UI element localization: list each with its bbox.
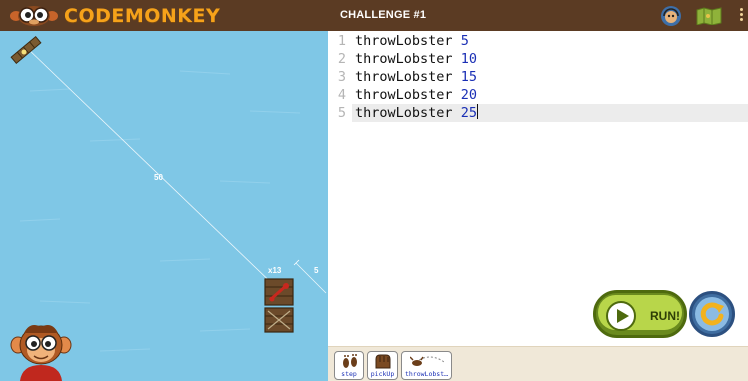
empty-crate-icon[interactable] <box>264 307 294 333</box>
top-bar: CODEMONKEY CHALLENGE #1 <box>0 0 748 31</box>
help-headset-icon[interactable] <box>660 5 682 27</box>
hand-grab-icon <box>375 354 391 369</box>
code-line-active[interactable]: 5 throwLobster 25 <box>328 104 748 122</box>
menu-dots-icon[interactable] <box>738 8 744 24</box>
code-text[interactable]: throwLobster 25 <box>355 104 478 122</box>
command-toolbar: step pickUp throwLobst… <box>328 346 748 381</box>
monkey-character-icon <box>10 325 72 381</box>
bridge-target-icon <box>10 35 42 65</box>
code-command: throwLobster <box>355 105 453 121</box>
lobster-crate-icon[interactable] <box>264 278 294 306</box>
crate-multiplier-label: x13 <box>268 266 282 275</box>
code-text[interactable]: throwLobster 15 <box>355 68 477 86</box>
tool-step[interactable]: step <box>334 351 364 380</box>
tool-throwlobster[interactable]: throwLobst… <box>401 351 452 380</box>
logo-wordmark: CODEMONKEY <box>64 4 221 27</box>
tool-label: pickUp <box>370 370 395 378</box>
challenge-title: CHALLENGE #1 <box>340 9 427 21</box>
code-text[interactable]: throwLobster 10 <box>355 50 477 68</box>
throw-lobster-icon <box>410 356 445 366</box>
code-command: throwLobster <box>355 33 453 49</box>
reset-button[interactable] <box>689 291 735 337</box>
code-line[interactable]: 2 throwLobster 10 <box>328 50 748 68</box>
line-number: 2 <box>337 51 346 67</box>
reset-button-face <box>695 297 729 331</box>
code-text[interactable]: throwLobster 5 <box>355 32 469 50</box>
tool-label: throwLobst… <box>404 370 449 378</box>
run-button[interactable]: RUN! <box>593 290 687 338</box>
code-argument: 25 <box>460 105 477 121</box>
code-editor[interactable]: 1 throwLobster 5 2 throwLobster 10 3 thr… <box>328 31 748 346</box>
run-button-face: RUN! <box>598 295 682 331</box>
code-argument: 5 <box>460 33 469 49</box>
code-command: throwLobster <box>355 51 453 67</box>
code-command: throwLobster <box>355 87 453 103</box>
game-canvas[interactable]: 50 x13 5 <box>0 31 328 381</box>
code-argument: 15 <box>460 69 477 85</box>
distance-label-short: 5 <box>314 266 319 275</box>
reset-arrow-icon <box>700 302 724 326</box>
line-number: 4 <box>337 87 346 103</box>
line-number: 5 <box>337 105 346 121</box>
monkey-mascot-icon <box>8 5 60 27</box>
tool-label: step <box>341 370 357 378</box>
line-number: 1 <box>337 33 346 49</box>
run-label: RUN! <box>650 309 680 323</box>
tool-pickup[interactable]: pickUp <box>367 351 398 380</box>
feet-icon <box>343 354 357 368</box>
text-cursor <box>476 104 478 119</box>
code-line[interactable]: 1 throwLobster 5 <box>328 32 748 50</box>
code-command: throwLobster <box>355 69 453 85</box>
play-icon <box>606 301 636 331</box>
distance-label-main: 50 <box>154 173 163 182</box>
line-number: 3 <box>337 69 346 85</box>
code-argument: 20 <box>460 87 477 103</box>
map-icon[interactable] <box>696 7 722 26</box>
codemonkey-logo[interactable]: CODEMONKEY <box>8 2 220 29</box>
code-argument: 10 <box>460 51 477 67</box>
code-text[interactable]: throwLobster 20 <box>355 86 477 104</box>
code-line[interactable]: 4 throwLobster 20 <box>328 86 748 104</box>
code-line[interactable]: 3 throwLobster 15 <box>328 68 748 86</box>
